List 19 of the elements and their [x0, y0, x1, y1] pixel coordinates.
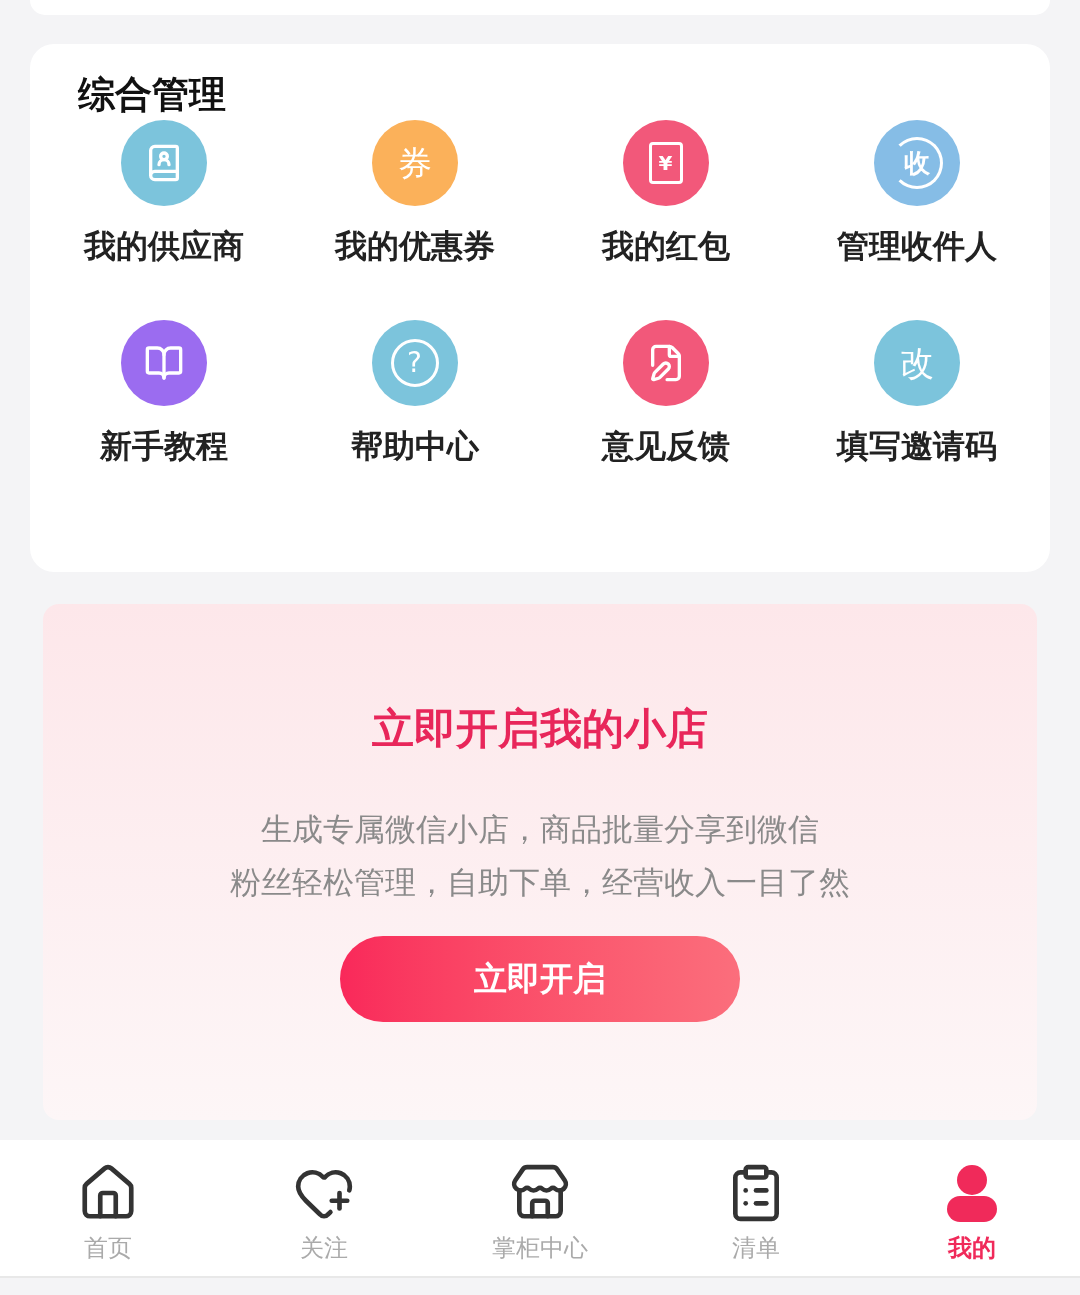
promo-title: 立即开启我的小店: [372, 708, 708, 750]
promo-text: 生成专属微信小店，商品批量分享到微信: [261, 814, 819, 845]
shortcut-item[interactable]: 意见反馈: [540, 320, 791, 462]
nav-tab[interactable]: 我的: [864, 1140, 1080, 1276]
shortcut-item[interactable]: 新手教程: [38, 320, 289, 462]
shortcut-item[interactable]: 券 我的优惠券: [289, 120, 540, 262]
promo-text: 粉丝轻松管理，自助下单，经营收入一目了然: [230, 867, 850, 898]
item-icon: 收: [873, 120, 960, 206]
shortcut-item[interactable]: 我的供应商: [38, 120, 289, 262]
item-icon: 券: [371, 120, 458, 206]
item-icon: ¥: [622, 120, 709, 206]
person-icon: [944, 1162, 1000, 1224]
item-icon: ?: [371, 320, 458, 406]
section-title: 综合管理: [78, 76, 226, 113]
item-icon: 改: [873, 320, 960, 406]
shortcut-item[interactable]: 收 管理收件人: [791, 120, 1042, 262]
shortcut-item[interactable]: 改 填写邀请码: [791, 320, 1042, 462]
shortcut-item[interactable]: ? 帮助中心: [289, 320, 540, 462]
shortcut-item[interactable]: ¥ 我的红包: [540, 120, 791, 262]
